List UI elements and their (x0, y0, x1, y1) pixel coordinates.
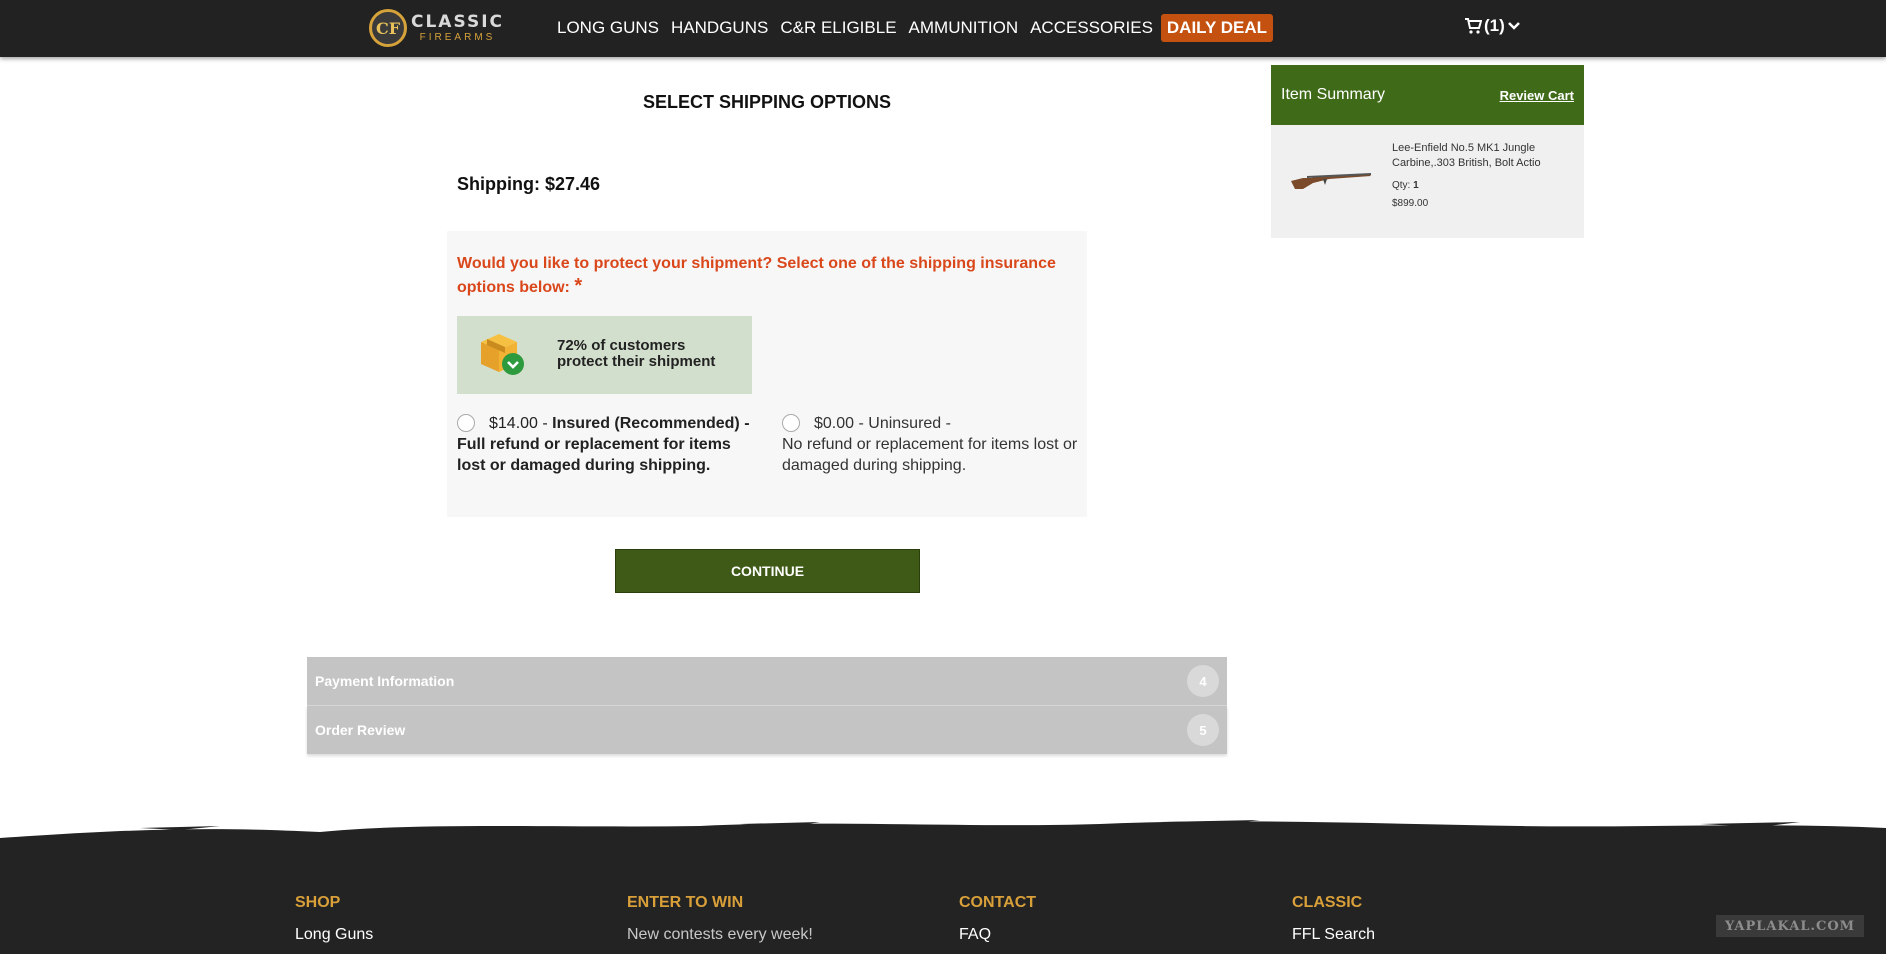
nav-daily-deal[interactable]: DAILY DEAL (1160, 14, 1274, 42)
review-cart-link[interactable]: Review Cart (1500, 88, 1574, 103)
footer-col-enter-to-win: ENTER TO WIN New contests every week! (627, 894, 813, 944)
item-name[interactable]: Lee-Enfield No.5 MK1 Jungle Carbine,.303… (1392, 141, 1572, 171)
step-number-badge: 4 (1187, 665, 1219, 697)
site-logo[interactable]: CF CLASSIC FIREARMS (369, 8, 521, 48)
box-check-icon (481, 334, 524, 375)
top-navbar: CF CLASSIC FIREARMS LONG GUNS HANDGUNS C… (0, 0, 1886, 57)
nav-accessories[interactable]: ACCESSORIES (1024, 14, 1159, 42)
insured-description: Full refund or replacement for items los… (457, 436, 731, 474)
step-payment-information[interactable]: Payment Information 4 (307, 657, 1227, 705)
shipping-cost: Shipping: $27.46 (457, 174, 601, 194)
item-price: $899.00 (1392, 198, 1429, 209)
footer-heading: ENTER TO WIN (627, 894, 744, 911)
uninsured-description: No refund or replacement for items lost … (782, 436, 1078, 474)
nav-long-guns[interactable]: LONG GUNS (551, 14, 665, 42)
step-label: Payment Information (315, 673, 455, 689)
logo-line2: FIREARMS (419, 31, 496, 43)
footer-text: New contests every week! (627, 926, 813, 943)
footer-col-contact: CONTACT FAQ (959, 894, 1036, 944)
footer-heading: CLASSIC (1292, 894, 1363, 911)
insurance-question: Would you like to protect your shipment?… (457, 255, 1056, 297)
footer-link[interactable]: FFL Search (1292, 926, 1375, 944)
uninsured-option[interactable]: $0.00 - Uninsured - No refund or replace… (782, 413, 1082, 476)
logo-badge: CF (369, 9, 407, 47)
footer-heading: CONTACT (959, 894, 1037, 911)
page-title: SELECT SHIPPING OPTIONS (642, 92, 892, 112)
watermark: YAPLAKAL.COM (1716, 915, 1864, 937)
stat-line1: 72% of customers (557, 337, 686, 354)
uninsured-radio[interactable] (782, 414, 800, 432)
step-label: Order Review (315, 722, 406, 738)
footer-link[interactable]: FAQ (959, 926, 1036, 944)
logo-line1: CLASSIC (411, 11, 504, 32)
main-nav: LONG GUNS HANDGUNS C&R ELIGIBLE AMMUNITI… (551, 14, 1274, 42)
site-footer: SHOP Long Guns ENTER TO WIN New contests… (0, 842, 1886, 954)
cart-count: (1) (1484, 16, 1505, 35)
continue-button[interactable]: CONTINUE (615, 549, 920, 593)
nav-cr-eligible[interactable]: C&R ELIGIBLE (774, 14, 902, 42)
footer-col-classic: CLASSIC FFL Search (1292, 894, 1375, 944)
chevron-down-icon (1507, 22, 1520, 30)
cart-icon (1465, 18, 1482, 34)
rifle-thumbnail-icon[interactable] (1289, 163, 1373, 195)
footer-heading: SHOP (295, 894, 341, 911)
stat-line2: protect their shipment (557, 353, 716, 370)
step-order-review[interactable]: Order Review 5 (307, 706, 1227, 754)
insurance-stat-banner: 72% of customers protect their shipment (457, 316, 752, 394)
nav-ammunition[interactable]: AMMUNITION (903, 14, 1025, 42)
required-mark: * (574, 275, 583, 297)
item-summary-title: Item Summary (1281, 86, 1386, 103)
insured-option[interactable]: $14.00 - Insured (Recommended) - Full re… (457, 413, 757, 476)
item-summary-panel: Item Summary Review Cart Lee-Enfield No.… (1271, 65, 1584, 238)
insured-radio[interactable] (457, 414, 475, 432)
nav-handguns[interactable]: HANDGUNS (665, 14, 774, 42)
footer-link[interactable]: Long Guns (295, 926, 373, 944)
item-summary-header: Item Summary Review Cart (1271, 65, 1584, 125)
footer-col-shop: SHOP Long Guns (295, 894, 373, 944)
step-number-badge: 5 (1187, 714, 1219, 746)
item-qty: Qty: 1 (1392, 180, 1419, 191)
insurance-panel: Would you like to protect your shipment?… (447, 231, 1087, 517)
cart-button[interactable]: (1) (1464, 16, 1521, 36)
